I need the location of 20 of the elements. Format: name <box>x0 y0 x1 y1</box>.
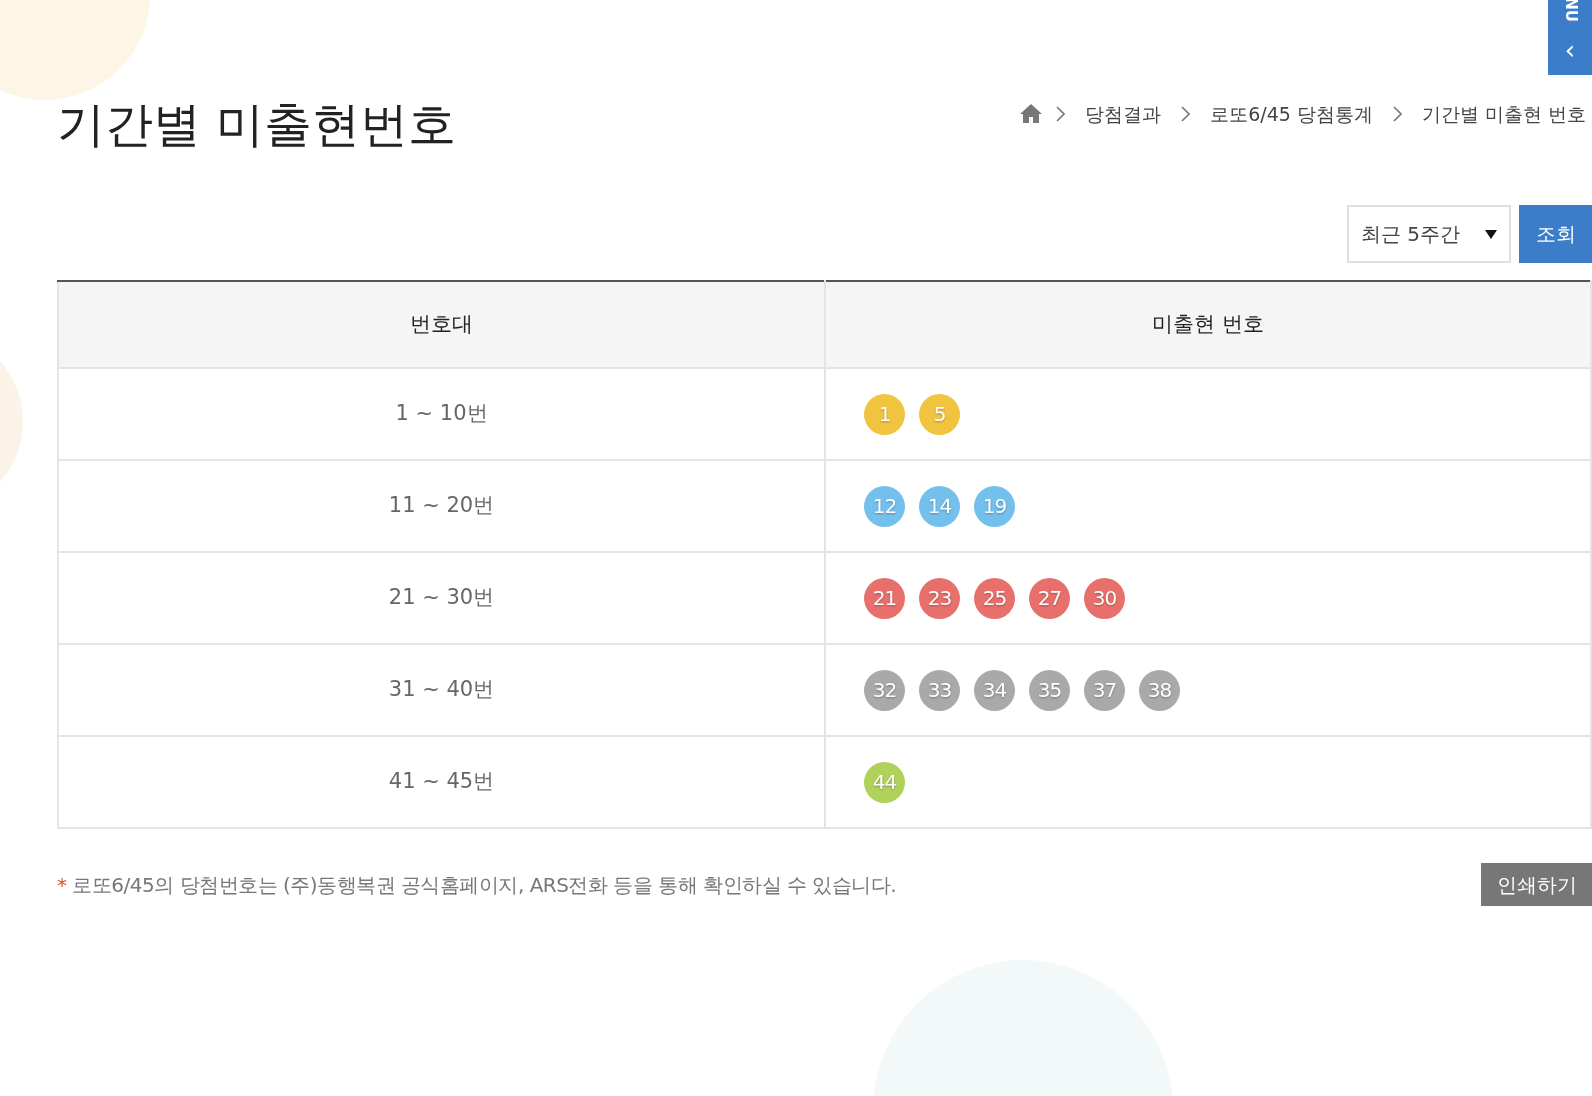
home-icon[interactable] <box>1020 104 1043 124</box>
column-header: 미출현 번호 <box>1152 311 1264 336</box>
search-button[interactable]: 조회 <box>1519 205 1592 263</box>
range-label: 21 ~ 30번 <box>388 585 495 610</box>
breadcrumb-link[interactable]: 기간별 미출현 번호 <box>1421 99 1586 128</box>
range-label: 11 ~ 20번 <box>388 493 495 518</box>
chevron-right-icon <box>1056 105 1066 122</box>
chevron-right-icon <box>1392 105 1402 122</box>
page-title: 기간별 미출현번호 <box>57 100 457 148</box>
range-label: 31 ~ 40번 <box>388 677 495 702</box>
range-label: 41 ~ 45번 <box>388 769 495 794</box>
period-select[interactable]: 최근 5주간 <box>1347 205 1511 263</box>
chevron-right-icon <box>1181 105 1191 122</box>
notice-text: * 로또6/45의 당첨번호는 (주)동행복권 공식홈페이지, ARS전화 등을 통해 확인하실 수 있습니다. <box>57 871 897 899</box>
breadcrumb-link[interactable]: 당첨결과 <box>1085 99 1162 128</box>
range-label: 1 ~ 10번 <box>395 401 488 426</box>
dropdown-arrow-icon <box>1485 229 1497 239</box>
print-button[interactable]: 인쇄하기 <box>1481 863 1592 906</box>
breadcrumb-link[interactable]: 로또6/45 당첨통계 <box>1210 99 1373 128</box>
column-header: 번호대 <box>410 311 473 336</box>
